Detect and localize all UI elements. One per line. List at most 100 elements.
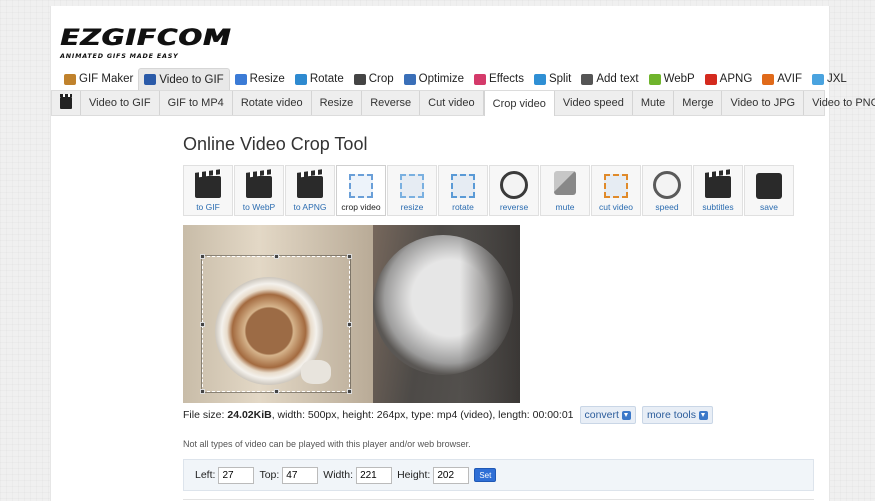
main-nav-label: Split bbox=[548, 73, 572, 85]
add-text-icon bbox=[581, 73, 594, 85]
tool-reverse[interactable]: reverse bbox=[489, 165, 539, 216]
crop-icon bbox=[353, 73, 366, 85]
main-nav-item-jxl[interactable]: JXL bbox=[807, 68, 852, 90]
sub-nav-tab-video-to-png[interactable]: Video to PNG bbox=[804, 91, 875, 115]
sub-nav-tab-merge[interactable]: Merge bbox=[674, 91, 723, 115]
main-nav-item-apng[interactable]: APNG bbox=[700, 68, 758, 90]
rotate-video-icon bbox=[451, 174, 475, 198]
sub-nav-tab-mute[interactable]: Mute bbox=[633, 91, 675, 115]
tool-label: to GIF bbox=[196, 202, 220, 212]
main-nav-label: Resize bbox=[249, 73, 285, 85]
main-nav-item-optimize[interactable]: Optimize bbox=[399, 68, 469, 90]
tool-label: subtitles bbox=[702, 202, 734, 212]
main-nav-item-webp[interactable]: WebP bbox=[644, 68, 700, 90]
sub-nav-tab-video-speed[interactable]: Video speed bbox=[555, 91, 633, 115]
main-nav-item-split[interactable]: Split bbox=[529, 68, 576, 90]
split-icon bbox=[533, 73, 546, 85]
tool-rotate[interactable]: rotate bbox=[438, 165, 488, 216]
down-arrow-icon bbox=[698, 410, 708, 420]
crop-handle-n[interactable] bbox=[274, 254, 279, 259]
main-nav-item-video-to-gif[interactable]: Video to GIF bbox=[138, 68, 230, 90]
sub-nav-tab-video-to-jpg[interactable]: Video to JPG bbox=[722, 91, 805, 115]
main-nav-item-rotate[interactable]: Rotate bbox=[290, 68, 349, 90]
main-nav-item-resize[interactable]: Resize bbox=[230, 68, 290, 90]
crop-handle-s[interactable] bbox=[274, 389, 279, 394]
tool-mute[interactable]: mute bbox=[540, 165, 590, 216]
width-label: Width: bbox=[323, 469, 354, 481]
tool-label: speed bbox=[655, 202, 679, 212]
crop-handle-ne[interactable] bbox=[347, 254, 352, 259]
jxl-icon bbox=[811, 73, 824, 85]
ezgif-logo[interactable]: EZGIFCOM ANIMATED GIFS MADE EASY bbox=[60, 28, 230, 61]
crop-handle-w[interactable] bbox=[200, 322, 205, 327]
video-frame-shadow bbox=[460, 225, 520, 403]
apng-icon bbox=[704, 73, 717, 85]
crop-handle-sw[interactable] bbox=[200, 389, 205, 394]
tool-label: crop video bbox=[341, 202, 381, 212]
tool-subtitles[interactable]: subtitles bbox=[693, 165, 743, 216]
sub-nav-tab-gif-to-mp4[interactable]: GIF to MP4 bbox=[160, 91, 233, 115]
sub-nav-video-icon-tab[interactable] bbox=[52, 91, 81, 115]
rotate-icon bbox=[294, 73, 307, 85]
webp-icon bbox=[648, 73, 661, 85]
tool-save[interactable]: save bbox=[744, 165, 794, 216]
tool-label: resize bbox=[400, 202, 424, 212]
sub-nav-tab-rotate-video[interactable]: Rotate video bbox=[233, 91, 312, 115]
tool-speed[interactable]: speed bbox=[642, 165, 692, 216]
height-input[interactable] bbox=[433, 466, 470, 484]
crop-selection-box[interactable] bbox=[200, 254, 352, 394]
main-nav-item-effects[interactable]: Effects bbox=[469, 68, 529, 90]
mute-icon bbox=[554, 171, 576, 195]
sub-nav-tab-crop-video[interactable]: Crop video bbox=[483, 91, 555, 116]
tool-to-gif[interactable]: to GIF bbox=[183, 165, 233, 216]
clapper-apng-icon bbox=[297, 176, 323, 198]
main-nav-label: Crop bbox=[368, 73, 394, 85]
crop-handle-nw[interactable] bbox=[200, 254, 205, 259]
main-nav: GIF Maker Video to GIF Resize Rotate Crop Opt… bbox=[59, 68, 852, 90]
sub-nav-tab-resize[interactable]: Resize bbox=[312, 91, 363, 115]
main-nav-label: AVIF bbox=[777, 73, 802, 85]
main-nav-item-add-text[interactable]: Add text bbox=[576, 68, 643, 90]
crop-handle-e[interactable] bbox=[347, 322, 352, 327]
crop-handle-se[interactable] bbox=[347, 389, 352, 394]
main-nav-item-avif[interactable]: AVIF bbox=[757, 68, 807, 90]
sub-nav-tab-cut-video[interactable]: Cut video bbox=[420, 91, 484, 115]
down-arrow-icon bbox=[621, 410, 631, 420]
width-input[interactable] bbox=[356, 466, 393, 484]
tool-label: rotate bbox=[452, 202, 474, 212]
sub-nav-tab-reverse[interactable]: Reverse bbox=[362, 91, 421, 115]
avif-icon bbox=[762, 73, 775, 85]
main-nav-item-gif-maker[interactable]: GIF Maker bbox=[59, 68, 138, 90]
logo-text: EZGIFCOM bbox=[60, 26, 232, 51]
tool-crop-video[interactable]: crop video bbox=[336, 165, 386, 216]
file-info-details: , width: 500px, height: 264px, type: mp4… bbox=[271, 409, 574, 421]
reverse-icon bbox=[500, 171, 528, 199]
main-nav-label: WebP bbox=[663, 73, 695, 85]
convert-button[interactable]: convert bbox=[579, 406, 636, 424]
tool-label: cut video bbox=[598, 202, 634, 212]
main-nav-label: APNG bbox=[719, 73, 753, 85]
main-nav-item-crop[interactable]: Crop bbox=[349, 68, 399, 90]
clapperboard-icon bbox=[60, 94, 72, 109]
main-nav-label: Rotate bbox=[309, 73, 344, 85]
tool-resize[interactable]: resize bbox=[387, 165, 437, 216]
top-input[interactable] bbox=[282, 466, 319, 484]
height-label: Height: bbox=[397, 469, 431, 481]
main-nav-label: JXL bbox=[826, 73, 847, 85]
set-button[interactable]: Set bbox=[474, 468, 497, 482]
top-label: Top: bbox=[259, 469, 280, 481]
more-tools-button[interactable]: more tools bbox=[641, 406, 713, 424]
divider bbox=[183, 499, 814, 500]
tool-cut-video[interactable]: cut video bbox=[591, 165, 641, 216]
subtitles-icon bbox=[705, 176, 731, 198]
tool-to-webp[interactable]: to WebP bbox=[234, 165, 284, 216]
crop-video-icon bbox=[349, 174, 373, 198]
clapper-webp-icon bbox=[246, 176, 272, 198]
video-preview[interactable] bbox=[183, 225, 520, 403]
clapper-gif-icon bbox=[195, 176, 221, 198]
left-input[interactable] bbox=[218, 466, 255, 484]
main-nav-label: Optimize bbox=[418, 73, 465, 85]
tool-to-apng[interactable]: to APNG bbox=[285, 165, 335, 216]
sub-nav-tab-video-to-gif[interactable]: Video to GIF bbox=[81, 91, 160, 115]
tool-label: save bbox=[760, 202, 778, 212]
